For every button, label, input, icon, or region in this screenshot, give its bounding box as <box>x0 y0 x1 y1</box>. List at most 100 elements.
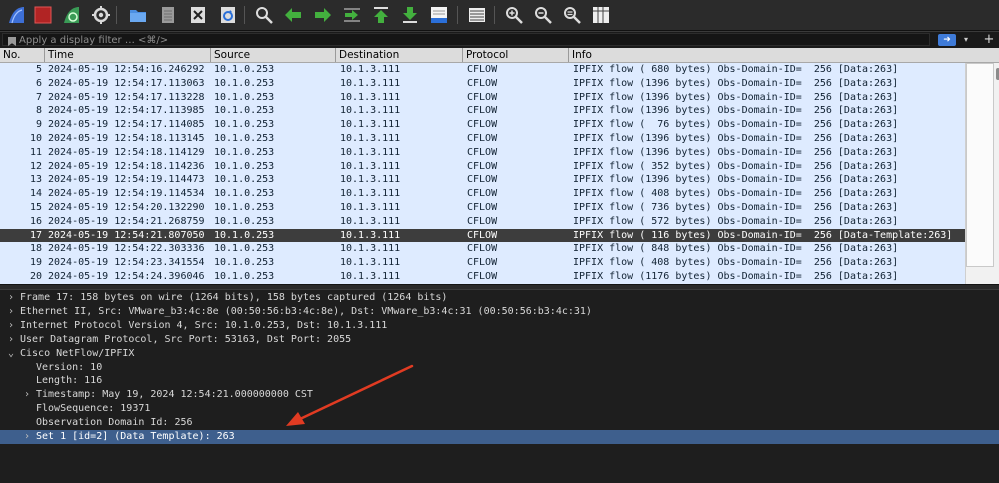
packet-info: IPFIX flow ( 848 bytes) Obs-Domain-ID= 2… <box>573 243 899 255</box>
packet-info: IPFIX flow (1396 bytes) Obs-Domain-ID= 2… <box>573 77 899 89</box>
go-to-packet-icon[interactable] <box>341 4 363 26</box>
filter-dropdown-icon[interactable]: ▾ <box>960 33 972 46</box>
go-forward-icon[interactable] <box>312 4 334 26</box>
packet-destination: 10.1.3.111 <box>340 105 401 117</box>
detail-tree-item[interactable]: ⌄ Cisco NetFlow/IPFIX <box>0 347 999 361</box>
packet-row[interactable]: 6 2024-05-19 12:54:17.113063 10.1.0.253 10.… <box>0 76 965 91</box>
packet-destination: 10.1.3.111 <box>340 257 401 269</box>
packet-number: 13 <box>29 174 42 186</box>
detail-tree-label: Length: 116 <box>36 375 103 387</box>
packet-time: 2024-05-19 12:54:16.246292 <box>48 64 205 75</box>
reload-file-icon[interactable] <box>217 4 239 26</box>
toolbar-separator <box>494 6 495 24</box>
packet-row[interactable]: 16 2024-05-19 12:54:21.268759 10.1.0.253 10… <box>0 214 965 229</box>
packet-source: 10.1.0.253 <box>214 201 275 213</box>
apply-filter-button[interactable]: ➜ <box>938 34 956 46</box>
add-filter-button[interactable]: + <box>982 32 996 47</box>
stop-capture-icon[interactable] <box>32 4 54 26</box>
detail-tree-item[interactable]: › User Datagram Protocol, Src Port: 53163… <box>0 333 999 347</box>
chevron-right-icon[interactable]: › <box>22 430 32 444</box>
toolbar-separator <box>244 6 245 24</box>
go-first-packet-icon[interactable] <box>370 4 392 26</box>
packet-row[interactable]: 8 2024-05-19 12:54:17.113985 10.1.0.253 10.… <box>0 104 965 119</box>
chevron-down-icon[interactable]: ⌄ <box>6 347 16 361</box>
packet-info: IPFIX flow ( 76 bytes) Obs-Domain-ID= 25… <box>573 119 899 131</box>
packet-source: 10.1.0.253 <box>214 105 275 117</box>
packet-row[interactable]: 20 2024-05-19 12:54:24.396046 10.1.0.253 10… <box>0 269 965 284</box>
packet-time: 2024-05-19 12:54:19.114534 <box>48 188 205 200</box>
packet-protocol: CFLOW <box>467 188 498 200</box>
detail-tree-item[interactable]: › Timestamp: May 19, 2024 12:54:21.000000… <box>0 388 999 402</box>
go-back-icon[interactable] <box>282 4 304 26</box>
scrollbar-track[interactable] <box>966 63 994 267</box>
chevron-right-icon[interactable]: › <box>6 319 16 333</box>
packet-row[interactable]: 17 2024-05-19 12:54:21.807050 10.1.0.253 10… <box>0 228 965 243</box>
zoom-out-icon[interactable] <box>532 4 554 26</box>
detail-tree-item[interactable]: › Frame 17: 158 bytes on wire (1264 bits)… <box>0 291 999 305</box>
restart-capture-icon[interactable] <box>60 4 82 26</box>
detail-tree-label: Timestamp: May 19, 2024 12:54:21.0000000… <box>36 389 313 401</box>
packet-number: 12 <box>29 160 42 172</box>
column-header-source[interactable]: Source <box>210 48 335 62</box>
detail-tree-item[interactable]: Version: 10 <box>0 361 999 375</box>
chevron-right-icon[interactable]: › <box>6 333 16 347</box>
detail-tree-label: Internet Protocol Version 4, Src: 10.1.0… <box>20 319 388 331</box>
packet-list-scrollbar[interactable] <box>965 63 999 284</box>
close-file-icon[interactable] <box>187 4 209 26</box>
chevron-right-icon[interactable]: › <box>6 291 16 305</box>
packet-info: IPFIX flow (1396 bytes) Obs-Domain-ID= 2… <box>573 132 899 144</box>
packet-time: 2024-05-19 12:54:18.114236 <box>48 160 205 172</box>
go-last-packet-icon[interactable] <box>399 4 421 26</box>
detail-tree-item[interactable]: › Set 1 [id=2] (Data Template): 263 <box>0 430 999 444</box>
packet-number: 17 <box>29 229 42 241</box>
find-packet-icon[interactable] <box>253 4 275 26</box>
packet-time: 2024-05-19 12:54:24.396046 <box>48 270 205 282</box>
start-capture-icon[interactable] <box>5 4 27 26</box>
packet-row[interactable]: 5 2024-05-19 12:54:16.246292 10.1.0.253 10.… <box>0 63 965 77</box>
packet-protocol: CFLOW <box>467 146 498 158</box>
resize-columns-icon[interactable] <box>590 4 612 26</box>
detail-tree-item[interactable]: FlowSequence: 19371 <box>0 402 999 416</box>
packet-row[interactable]: 18 2024-05-19 12:54:22.303336 10.1.0.253 10… <box>0 242 965 257</box>
chevron-right-icon[interactable]: › <box>6 305 16 319</box>
packet-row[interactable]: 9 2024-05-19 12:54:17.114085 10.1.0.253 10.… <box>0 118 965 132</box>
chevron-right-icon[interactable]: › <box>22 388 32 402</box>
packet-row[interactable]: 13 2024-05-19 12:54:19.114473 10.1.0.253 10… <box>0 173 965 188</box>
packet-row[interactable]: 15 2024-05-19 12:54:20.132290 10.1.0.253 10… <box>0 200 965 215</box>
display-filter-input[interactable]: Apply a display filter … <⌘/> <box>2 33 930 46</box>
packet-row[interactable]: 19 2024-05-19 12:54:23.341554 10.1.0.253 10… <box>0 256 965 270</box>
packet-source: 10.1.0.253 <box>214 132 275 144</box>
packet-number: 19 <box>29 257 42 269</box>
packet-row[interactable]: 10 2024-05-19 12:54:18.113145 10.1.0.253 10… <box>0 131 965 146</box>
detail-tree-label: FlowSequence: 19371 <box>36 403 151 415</box>
column-header-info[interactable]: Info <box>568 48 999 62</box>
open-file-icon[interactable] <box>127 4 149 26</box>
packet-info: IPFIX flow ( 408 bytes) Obs-Domain-ID= 2… <box>573 257 899 269</box>
save-file-icon[interactable] <box>157 4 179 26</box>
column-header-no[interactable]: No. <box>0 48 44 62</box>
packet-row[interactable]: 11 2024-05-19 12:54:18.114129 10.1.0.253 10… <box>0 145 965 160</box>
column-header-destination[interactable]: Destination <box>335 48 462 62</box>
packet-source: 10.1.0.253 <box>214 146 275 158</box>
packet-row[interactable]: 7 2024-05-19 12:54:17.113228 10.1.0.253 10.… <box>0 90 965 105</box>
packet-row[interactable]: 12 2024-05-19 12:54:18.114236 10.1.0.253 10… <box>0 159 965 174</box>
packet-protocol: CFLOW <box>467 77 498 89</box>
detail-tree-item[interactable]: Length: 116 <box>0 374 999 388</box>
zoom-normal-icon[interactable] <box>561 4 583 26</box>
colorize-icon[interactable] <box>466 4 488 26</box>
detail-tree-item[interactable]: › Internet Protocol Version 4, Src: 10.1.… <box>0 319 999 333</box>
packet-time: 2024-05-19 12:54:17.113228 <box>48 91 205 103</box>
bookmark-icon[interactable] <box>8 37 16 46</box>
column-header-time[interactable]: Time <box>44 48 210 62</box>
autoscroll-icon[interactable] <box>428 4 450 26</box>
capture-options-icon[interactable] <box>90 4 112 26</box>
zoom-in-icon[interactable] <box>503 4 525 26</box>
detail-tree-item[interactable]: › Ethernet II, Src: VMware_b3:4c:8e (00:5… <box>0 305 999 319</box>
packet-number: 9 <box>35 119 42 131</box>
column-header-protocol[interactable]: Protocol <box>462 48 568 62</box>
packet-row[interactable]: 14 2024-05-19 12:54:19.114534 10.1.0.253 10… <box>0 187 965 201</box>
packet-source: 10.1.0.253 <box>214 64 275 75</box>
packet-source: 10.1.0.253 <box>214 270 275 282</box>
packet-list-header: No. Time Source Destination Protocol Inf… <box>0 48 999 63</box>
detail-tree-item[interactable]: Observation Domain Id: 256 <box>0 416 999 430</box>
